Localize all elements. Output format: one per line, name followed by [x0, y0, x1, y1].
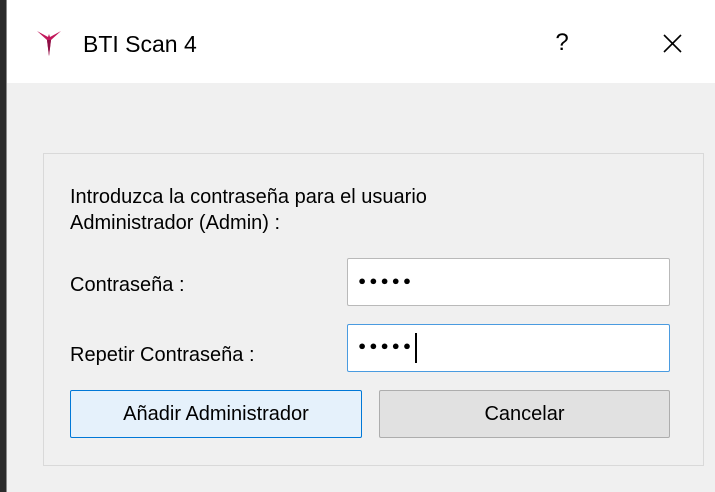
password-mask: •••••: [357, 272, 414, 292]
window-title: BTI Scan 4: [83, 31, 197, 57]
cancel-button[interactable]: Cancelar: [379, 390, 670, 438]
password-label: Contraseña :: [70, 274, 185, 296]
text-caret: [415, 333, 418, 363]
dialog-window: BTI Scan 4 ? Introduzca la contraseña pa…: [6, 0, 715, 492]
repeat-password-field[interactable]: •••••: [347, 324, 670, 372]
repeat-password-mask-wrap: •••••: [357, 333, 418, 363]
prompt-line-2: Administrador (Admin) :: [70, 212, 281, 234]
help-button[interactable]: ?: [537, 20, 587, 66]
prompt-text: Introduzca la contraseña para el usuario…: [70, 184, 630, 236]
close-button[interactable]: [647, 20, 697, 66]
repeat-password-mask: •••••: [357, 337, 414, 357]
repeat-password-label: Repetir Contraseña :: [70, 344, 255, 366]
close-icon: [647, 34, 697, 70]
prompt-line-1: Introduzca la contraseña para el usuario: [70, 186, 427, 208]
hummingbird-icon: [34, 28, 64, 58]
password-field[interactable]: •••••: [347, 258, 670, 306]
title-bar: BTI Scan 4 ?: [7, 0, 715, 83]
add-administrator-button[interactable]: Añadir Administrador: [70, 390, 362, 438]
